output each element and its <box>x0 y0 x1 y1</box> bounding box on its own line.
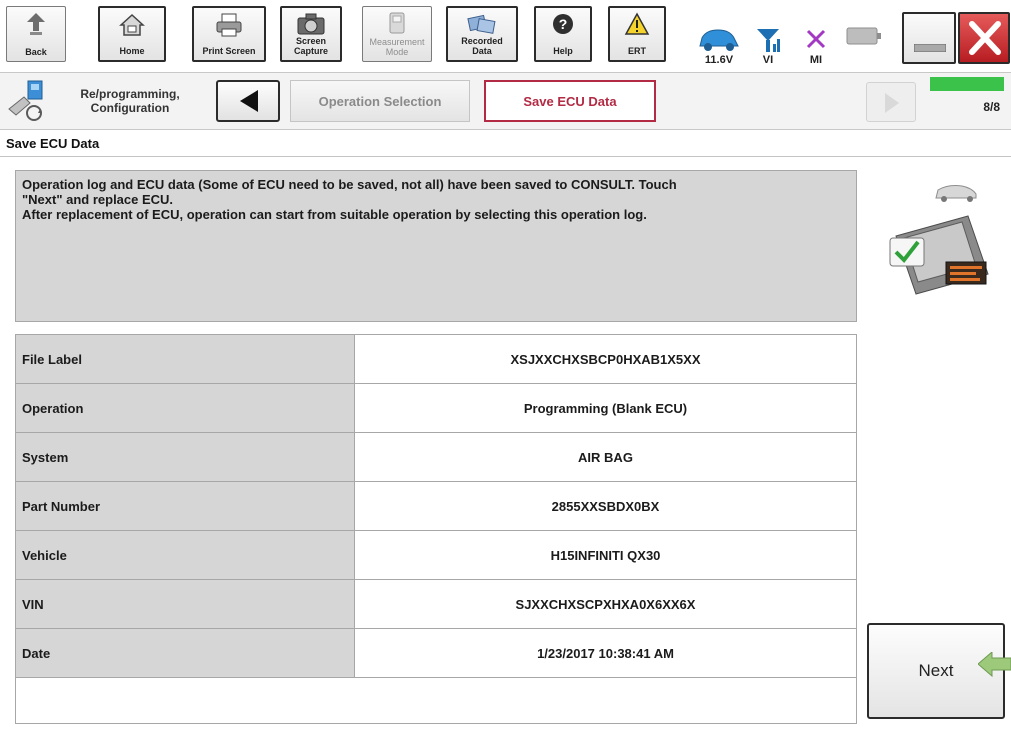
close-icon <box>969 21 1001 55</box>
ert-button[interactable]: ERT <box>608 6 666 62</box>
system-value: AIR BAG <box>578 449 633 465</box>
progress-fill <box>930 77 1004 91</box>
ecu-data-table: File Label XSJXXCHXSBCP0HXAB1X5XX Operat… <box>15 334 857 724</box>
file-label-key: File Label <box>16 335 355 383</box>
table-row: Part Number 2855XXSBDX0BX <box>16 482 856 531</box>
camera-icon <box>297 13 325 35</box>
car-icon <box>699 29 739 51</box>
breadcrumb: Re/programming, Configuration Operation … <box>0 72 1011 130</box>
minimize-icon <box>914 44 946 52</box>
printer-icon <box>216 13 242 37</box>
back-button[interactable]: Back <box>6 6 66 62</box>
date-key: Date <box>16 629 355 677</box>
svg-text:?: ? <box>559 16 568 32</box>
measurement-icon <box>389 12 405 34</box>
operation-key: Operation <box>16 384 355 432</box>
instruction-message: Operation log and ECU data (Some of ECU … <box>15 170 857 322</box>
recorded-data-button[interactable]: Recorded Data <box>446 6 518 62</box>
divider <box>0 156 1011 157</box>
table-row: Date 1/23/2017 10:38:41 AM <box>16 629 856 678</box>
recorded-data-label: Recorded Data <box>461 36 503 56</box>
progress-text: 8/8 <box>983 100 1000 114</box>
message-line: "Next" and replace ECU. <box>22 192 174 207</box>
vi-status: VI <box>752 8 784 66</box>
left-arrow-icon <box>240 90 258 112</box>
table-row: Vehicle H15INFINITI QX30 <box>16 531 856 580</box>
date-value: 1/23/2017 10:38:41 AM <box>537 645 674 661</box>
consult-laptop-illustration <box>889 185 989 295</box>
vehicle-key: Vehicle <box>16 531 355 579</box>
print-screen-button[interactable]: Print Screen <box>192 6 266 62</box>
system-key: System <box>16 433 355 481</box>
empty-cell <box>355 678 856 723</box>
disconnected-x-icon <box>806 29 826 49</box>
screen-capture-button[interactable]: Screen Capture <box>280 6 342 62</box>
recorded-data-icon <box>467 14 496 34</box>
page-title: Save ECU Data <box>6 136 100 151</box>
home-icon <box>119 13 145 36</box>
ert-label: ERT <box>628 46 646 56</box>
screen-capture-label: Screen Capture <box>293 36 328 56</box>
table-row-empty <box>16 678 856 723</box>
measurement-mode-button[interactable]: Measurement Mode <box>362 6 432 62</box>
right-arrow-icon <box>885 93 899 113</box>
reprogramming-icon <box>8 80 43 121</box>
vin-key: VIN <box>16 580 355 628</box>
message-line: Operation log and ECU data (Some of ECU … <box>22 177 677 192</box>
home-label: Home <box>119 46 145 56</box>
battery-icon <box>846 27 881 45</box>
help-icon: ? <box>553 14 573 34</box>
measurement-mode-label: Measurement Mode <box>369 37 425 57</box>
battery-voltage-status: 11.6V <box>692 8 746 66</box>
part-number-key: Part Number <box>16 482 355 530</box>
warning-icon <box>624 12 650 35</box>
table-row: File Label XSJXXCHXSBCP0HXAB1X5XX <box>16 335 856 384</box>
next-step-button <box>866 82 916 122</box>
part-number-value: 2855XXSBDX0BX <box>551 498 660 514</box>
toolbar: Back Home Print Screen Screen Capture Me… <box>0 0 1011 72</box>
pointer-arrow-icon <box>978 652 1011 678</box>
back-label: Back <box>25 47 47 57</box>
step-operation-selection[interactable]: Operation Selection <box>290 80 470 122</box>
step-save-ecu-data: Save ECU Data <box>484 80 656 122</box>
vi-label: VI <box>762 54 774 66</box>
vin-value: SJXXCHXSCPXHXA0X6XX6X <box>515 596 696 612</box>
mi-status: MI <box>800 8 832 66</box>
table-row: System AIR BAG <box>16 433 856 482</box>
previous-step-button[interactable] <box>216 80 280 122</box>
voltage-value: 11.6V <box>704 54 734 66</box>
back-arrow-icon <box>27 13 45 35</box>
progress-bar <box>930 77 1004 91</box>
close-button[interactable] <box>958 12 1010 64</box>
operation-value: Programming (Blank ECU) <box>523 400 688 416</box>
help-label: Help <box>553 46 573 56</box>
mode-label: Re/programming, Configuration <box>80 87 180 115</box>
print-screen-label: Print Screen <box>202 46 256 56</box>
home-button[interactable]: Home <box>98 6 166 62</box>
table-row: VIN SJXXCHXSCPXHXA0X6XX6X <box>16 580 856 629</box>
signal-icon <box>757 29 780 52</box>
empty-cell <box>16 678 355 723</box>
vehicle-value: H15INFINITI QX30 <box>550 547 661 563</box>
mi-label: MI <box>809 54 823 66</box>
message-line: After replacement of ECU, operation can … <box>22 207 647 222</box>
table-row: Operation Programming (Blank ECU) <box>16 384 856 433</box>
file-label-value: XSJXXCHXSBCP0HXAB1X5XX <box>510 351 701 367</box>
minimize-button[interactable] <box>902 12 956 64</box>
help-button[interactable]: ? Help <box>534 6 592 62</box>
